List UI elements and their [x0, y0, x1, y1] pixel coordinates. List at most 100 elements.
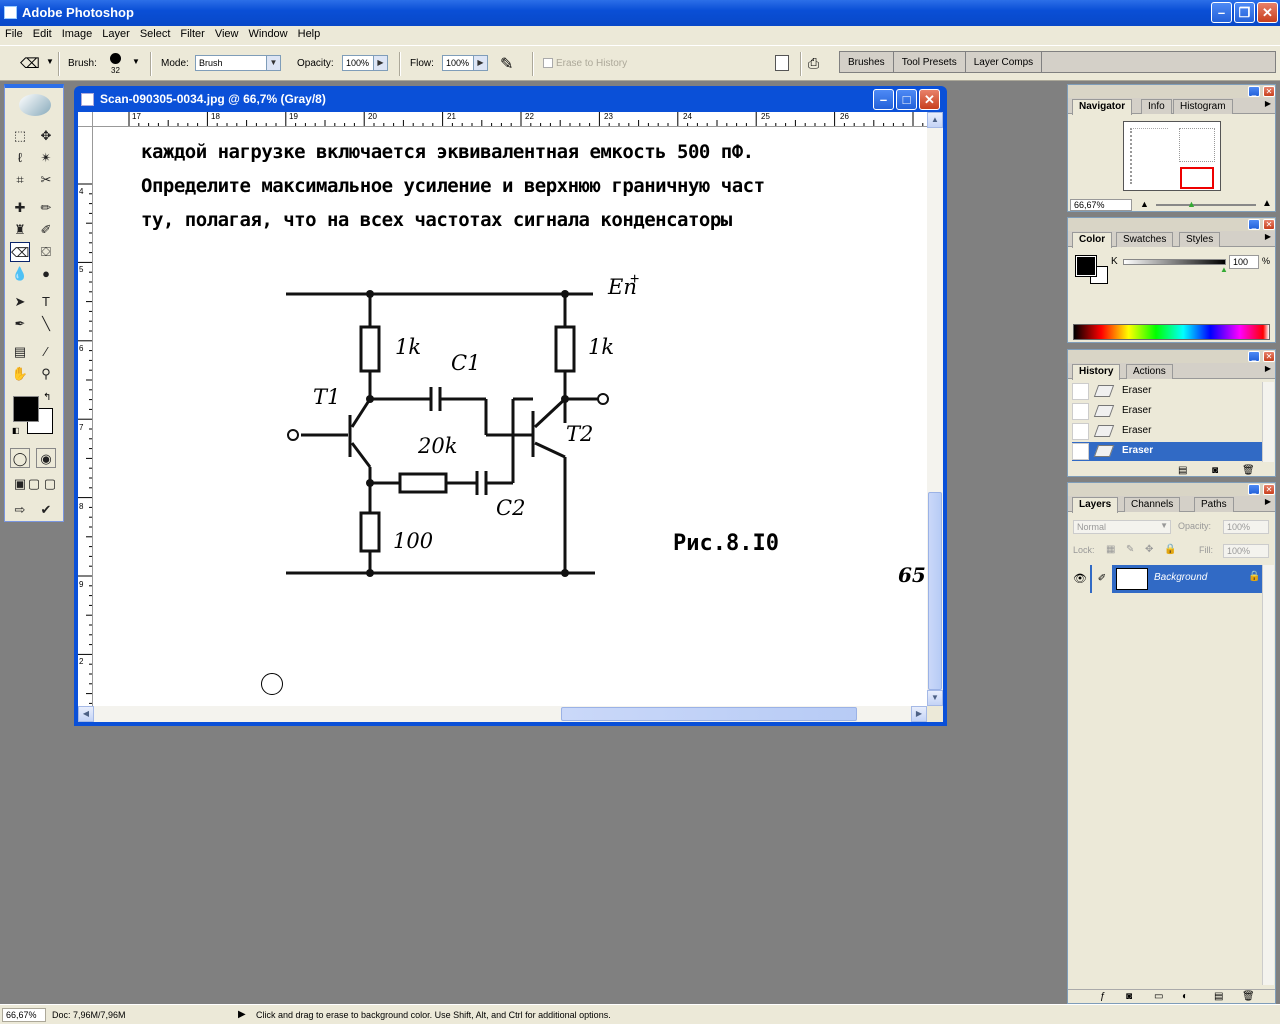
layer-style-icon[interactable]: ƒ: [1100, 991, 1106, 1002]
palette-toggle-icon[interactable]: [775, 55, 789, 71]
navigator-thumbnail[interactable]: [1123, 121, 1221, 191]
tab-swatches[interactable]: Swatches: [1116, 232, 1174, 247]
type-tool-icon[interactable]: T: [36, 292, 56, 312]
layer-row-background[interactable]: 👁 ✐ Background 🔒: [1070, 565, 1262, 593]
tab-histogram[interactable]: Histogram: [1173, 99, 1233, 114]
tab-history[interactable]: History: [1072, 364, 1121, 380]
layer-opacity-field[interactable]: 100%: [1223, 520, 1269, 534]
history-item[interactable]: Eraser: [1072, 422, 1262, 441]
history-source-checkbox[interactable]: [1072, 403, 1089, 420]
history-item-current[interactable]: Eraser: [1072, 442, 1262, 461]
menu-file[interactable]: File: [0, 26, 28, 40]
scroll-down-icon[interactable]: ▼: [927, 690, 943, 706]
menu-layer[interactable]: Layer: [97, 26, 135, 40]
navigator-view-box[interactable]: [1180, 167, 1214, 189]
trash-icon[interactable]: 🗑: [1242, 465, 1255, 476]
history-item[interactable]: Eraser: [1072, 402, 1262, 421]
lock-all-icon[interactable]: 🔒: [1164, 544, 1176, 555]
notes-tool-icon[interactable]: ▤: [10, 342, 30, 362]
airbrush-icon[interactable]: ✎: [500, 54, 513, 74]
palette-close-icon[interactable]: ✕: [1263, 86, 1275, 97]
brush-tip-icon[interactable]: [110, 53, 121, 64]
palette-minimize-icon[interactable]: _: [1248, 219, 1260, 230]
menu-window[interactable]: Window: [244, 26, 293, 40]
zoom-in-icon[interactable]: ▲: [1262, 198, 1272, 209]
horizontal-scrollbar[interactable]: ◀ ▶: [78, 706, 927, 722]
palette-minimize-icon[interactable]: _: [1248, 484, 1260, 495]
line-tool-icon[interactable]: ╲: [36, 314, 56, 334]
tab-paths[interactable]: Paths: [1194, 497, 1234, 512]
well-tab-tool-presets[interactable]: Tool Presets: [894, 52, 966, 72]
foreground-color-swatch[interactable]: [13, 396, 39, 422]
close-button[interactable]: ✕: [1257, 2, 1278, 23]
eraser-preset-icon[interactable]: ⌫: [20, 55, 42, 71]
zoom-out-icon[interactable]: ▲: [1140, 199, 1149, 209]
brush-tool-icon[interactable]: ✏: [36, 198, 56, 218]
k-slider[interactable]: [1123, 259, 1226, 265]
status-zoom-field[interactable]: 66,67%: [2, 1008, 46, 1022]
resize-grip-icon[interactable]: [927, 706, 943, 722]
eye-icon[interactable]: 👁: [1070, 565, 1090, 593]
palette-menu-icon[interactable]: ▶: [1265, 232, 1271, 241]
path-selection-icon[interactable]: ➤: [10, 292, 30, 312]
trash-icon[interactable]: 🗑: [1242, 991, 1255, 1002]
color-ramp[interactable]: [1073, 324, 1270, 340]
dodge-tool-icon[interactable]: ●: [36, 264, 56, 284]
palette-close-icon[interactable]: ✕: [1263, 484, 1275, 495]
preset-dropdown-icon[interactable]: ▼: [46, 57, 54, 66]
imageready-icon[interactable]: ✔: [36, 500, 56, 520]
history-brush-icon[interactable]: ✐: [36, 220, 56, 240]
palette-minimize-icon[interactable]: _: [1248, 351, 1260, 362]
ruler-vertical[interactable]: 4 5 6 7 8 9 2: [78, 127, 93, 706]
lock-position-icon[interactable]: ✥: [1145, 544, 1153, 555]
quick-mask-icon[interactable]: ◉: [36, 448, 56, 468]
palette-menu-icon[interactable]: ▶: [1265, 364, 1271, 373]
menu-edit[interactable]: Edit: [28, 26, 57, 40]
doc-maximize-button[interactable]: □: [896, 89, 917, 110]
doc-minimize-button[interactable]: –: [873, 89, 894, 110]
opacity-field[interactable]: 100% ▶: [342, 55, 388, 71]
history-source-checkbox[interactable]: [1072, 383, 1089, 400]
scroll-left-icon[interactable]: ◀: [78, 706, 94, 722]
navigator-zoom-field[interactable]: 66,67%: [1070, 199, 1132, 211]
adobe-feather-icon[interactable]: [19, 94, 51, 116]
clone-stamp-icon[interactable]: ♜: [10, 220, 30, 240]
new-snapshot-icon[interactable]: ◙: [1212, 465, 1218, 476]
well-tab-brushes[interactable]: Brushes: [840, 52, 894, 72]
slider-arrow-icon[interactable]: ▶: [473, 56, 487, 70]
minimize-button[interactable]: –: [1211, 2, 1232, 23]
printer-icon[interactable]: ⎙: [808, 55, 828, 71]
erase-to-history-checkbox[interactable]: [543, 58, 553, 68]
ruler-corner[interactable]: [78, 112, 93, 127]
image-canvas[interactable]: каждой нагрузке включается эквивалентная…: [93, 127, 927, 706]
history-item[interactable]: Eraser: [1072, 382, 1262, 401]
restore-button[interactable]: ❐: [1234, 2, 1255, 23]
history-source-checkbox[interactable]: [1072, 423, 1089, 440]
tab-styles[interactable]: Styles: [1179, 232, 1221, 247]
mode-select[interactable]: Brush ▼: [195, 55, 281, 71]
doc-close-button[interactable]: ✕: [919, 89, 940, 110]
default-colors-icon[interactable]: ◧: [12, 426, 20, 435]
eraser-tool-icon[interactable]: ⌫: [10, 242, 30, 262]
adjustment-layer-icon[interactable]: ◐: [1182, 991, 1188, 1002]
history-scrollbar[interactable]: [1262, 382, 1274, 462]
k-value-field[interactable]: 100: [1229, 255, 1259, 269]
screen-mode-full-icon[interactable]: ▢: [40, 474, 60, 494]
scroll-right-icon[interactable]: ▶: [911, 706, 927, 722]
vertical-scrollbar[interactable]: ▲ ▼: [927, 112, 943, 706]
lock-transparency-icon[interactable]: ▦: [1106, 544, 1115, 555]
blend-mode-select[interactable]: Normal ▼: [1073, 520, 1171, 534]
horizontal-scroll-thumb[interactable]: [561, 707, 857, 721]
tab-actions[interactable]: Actions: [1126, 364, 1173, 379]
lasso-tool-icon[interactable]: ℓ: [10, 148, 30, 168]
tab-info[interactable]: Info: [1141, 99, 1172, 114]
crop-tool-icon[interactable]: ⌗: [10, 170, 30, 190]
hand-tool-icon[interactable]: ✋: [10, 364, 30, 384]
palette-close-icon[interactable]: ✕: [1263, 351, 1275, 362]
layers-scrollbar[interactable]: [1262, 565, 1274, 985]
jump-to-imageready-icon[interactable]: ⇨: [10, 500, 30, 520]
status-menu-icon[interactable]: ▶: [238, 1009, 246, 1020]
zoom-tool-icon[interactable]: ⚲: [36, 364, 56, 384]
menu-select[interactable]: Select: [135, 26, 176, 40]
menu-filter[interactable]: Filter: [175, 26, 209, 40]
